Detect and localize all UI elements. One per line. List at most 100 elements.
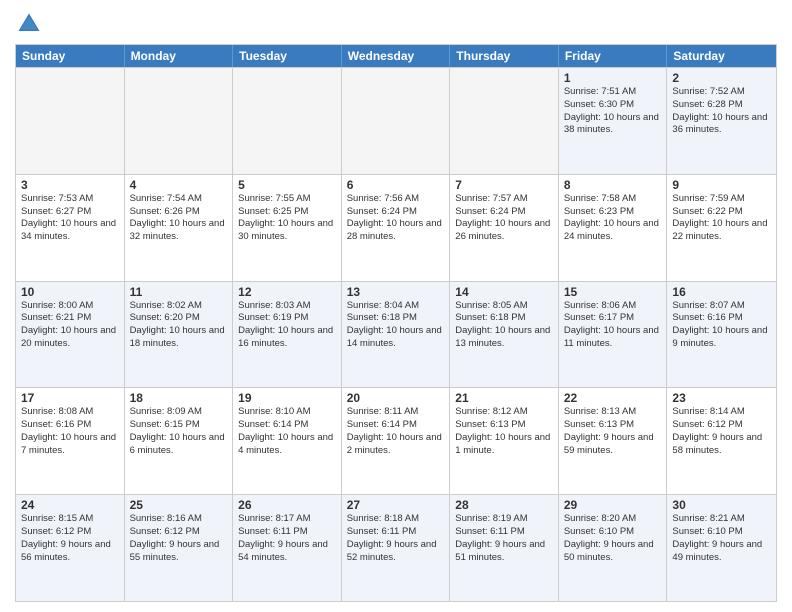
day-number: 20	[347, 391, 445, 405]
page: SundayMondayTuesdayWednesdayThursdayFrid…	[0, 0, 792, 612]
day-info: Sunrise: 8:20 AM Sunset: 6:10 PM Dayligh…	[564, 513, 662, 564]
calendar-cell: 24Sunrise: 8:15 AM Sunset: 6:12 PM Dayli…	[16, 495, 125, 601]
day-info: Sunrise: 7:51 AM Sunset: 6:30 PM Dayligh…	[564, 86, 662, 137]
day-info: Sunrise: 7:59 AM Sunset: 6:22 PM Dayligh…	[672, 193, 771, 244]
calendar-cell: 17Sunrise: 8:08 AM Sunset: 6:16 PM Dayli…	[16, 388, 125, 494]
calendar-cell: 2Sunrise: 7:52 AM Sunset: 6:28 PM Daylig…	[667, 68, 776, 174]
day-number: 2	[672, 71, 771, 85]
calendar-cell	[16, 68, 125, 174]
calendar-cell: 6Sunrise: 7:56 AM Sunset: 6:24 PM Daylig…	[342, 175, 451, 281]
calendar-header-cell: Friday	[559, 45, 668, 67]
day-number: 15	[564, 285, 662, 299]
day-number: 28	[455, 498, 553, 512]
calendar-cell: 15Sunrise: 8:06 AM Sunset: 6:17 PM Dayli…	[559, 282, 668, 388]
calendar-row: 10Sunrise: 8:00 AM Sunset: 6:21 PM Dayli…	[16, 281, 776, 388]
day-number: 8	[564, 178, 662, 192]
day-number: 19	[238, 391, 336, 405]
calendar-cell: 13Sunrise: 8:04 AM Sunset: 6:18 PM Dayli…	[342, 282, 451, 388]
calendar-cell: 4Sunrise: 7:54 AM Sunset: 6:26 PM Daylig…	[125, 175, 234, 281]
calendar-cell: 28Sunrise: 8:19 AM Sunset: 6:11 PM Dayli…	[450, 495, 559, 601]
day-info: Sunrise: 8:03 AM Sunset: 6:19 PM Dayligh…	[238, 300, 336, 351]
day-info: Sunrise: 8:10 AM Sunset: 6:14 PM Dayligh…	[238, 406, 336, 457]
calendar-header-cell: Tuesday	[233, 45, 342, 67]
day-number: 1	[564, 71, 662, 85]
day-info: Sunrise: 7:56 AM Sunset: 6:24 PM Dayligh…	[347, 193, 445, 244]
calendar-body: 1Sunrise: 7:51 AM Sunset: 6:30 PM Daylig…	[16, 67, 776, 601]
calendar-cell: 5Sunrise: 7:55 AM Sunset: 6:25 PM Daylig…	[233, 175, 342, 281]
logo-icon	[15, 10, 43, 38]
calendar-header-cell: Sunday	[16, 45, 125, 67]
calendar-cell: 9Sunrise: 7:59 AM Sunset: 6:22 PM Daylig…	[667, 175, 776, 281]
calendar: SundayMondayTuesdayWednesdayThursdayFrid…	[15, 44, 777, 602]
day-number: 4	[130, 178, 228, 192]
day-info: Sunrise: 8:04 AM Sunset: 6:18 PM Dayligh…	[347, 300, 445, 351]
day-number: 5	[238, 178, 336, 192]
calendar-row: 24Sunrise: 8:15 AM Sunset: 6:12 PM Dayli…	[16, 494, 776, 601]
calendar-cell: 21Sunrise: 8:12 AM Sunset: 6:13 PM Dayli…	[450, 388, 559, 494]
day-info: Sunrise: 7:53 AM Sunset: 6:27 PM Dayligh…	[21, 193, 119, 244]
day-info: Sunrise: 8:14 AM Sunset: 6:12 PM Dayligh…	[672, 406, 771, 457]
day-info: Sunrise: 8:13 AM Sunset: 6:13 PM Dayligh…	[564, 406, 662, 457]
calendar-row: 17Sunrise: 8:08 AM Sunset: 6:16 PM Dayli…	[16, 387, 776, 494]
day-number: 26	[238, 498, 336, 512]
day-number: 14	[455, 285, 553, 299]
day-info: Sunrise: 8:12 AM Sunset: 6:13 PM Dayligh…	[455, 406, 553, 457]
calendar-header: SundayMondayTuesdayWednesdayThursdayFrid…	[16, 45, 776, 67]
day-number: 22	[564, 391, 662, 405]
calendar-row: 3Sunrise: 7:53 AM Sunset: 6:27 PM Daylig…	[16, 174, 776, 281]
day-info: Sunrise: 7:58 AM Sunset: 6:23 PM Dayligh…	[564, 193, 662, 244]
calendar-cell: 8Sunrise: 7:58 AM Sunset: 6:23 PM Daylig…	[559, 175, 668, 281]
day-number: 12	[238, 285, 336, 299]
day-number: 27	[347, 498, 445, 512]
calendar-cell	[450, 68, 559, 174]
calendar-cell: 18Sunrise: 8:09 AM Sunset: 6:15 PM Dayli…	[125, 388, 234, 494]
day-number: 9	[672, 178, 771, 192]
day-info: Sunrise: 8:19 AM Sunset: 6:11 PM Dayligh…	[455, 513, 553, 564]
day-number: 25	[130, 498, 228, 512]
logo	[15, 10, 47, 38]
day-number: 6	[347, 178, 445, 192]
day-number: 11	[130, 285, 228, 299]
day-info: Sunrise: 8:21 AM Sunset: 6:10 PM Dayligh…	[672, 513, 771, 564]
day-number: 18	[130, 391, 228, 405]
day-info: Sunrise: 8:00 AM Sunset: 6:21 PM Dayligh…	[21, 300, 119, 351]
day-info: Sunrise: 7:52 AM Sunset: 6:28 PM Dayligh…	[672, 86, 771, 137]
day-info: Sunrise: 8:17 AM Sunset: 6:11 PM Dayligh…	[238, 513, 336, 564]
calendar-cell: 19Sunrise: 8:10 AM Sunset: 6:14 PM Dayli…	[233, 388, 342, 494]
day-number: 17	[21, 391, 119, 405]
day-number: 7	[455, 178, 553, 192]
header	[15, 10, 777, 38]
day-number: 23	[672, 391, 771, 405]
day-info: Sunrise: 8:18 AM Sunset: 6:11 PM Dayligh…	[347, 513, 445, 564]
day-info: Sunrise: 8:05 AM Sunset: 6:18 PM Dayligh…	[455, 300, 553, 351]
calendar-cell: 25Sunrise: 8:16 AM Sunset: 6:12 PM Dayli…	[125, 495, 234, 601]
day-info: Sunrise: 8:06 AM Sunset: 6:17 PM Dayligh…	[564, 300, 662, 351]
day-info: Sunrise: 8:07 AM Sunset: 6:16 PM Dayligh…	[672, 300, 771, 351]
calendar-cell: 10Sunrise: 8:00 AM Sunset: 6:21 PM Dayli…	[16, 282, 125, 388]
day-info: Sunrise: 8:15 AM Sunset: 6:12 PM Dayligh…	[21, 513, 119, 564]
day-number: 24	[21, 498, 119, 512]
calendar-header-cell: Monday	[125, 45, 234, 67]
day-number: 30	[672, 498, 771, 512]
calendar-header-cell: Saturday	[667, 45, 776, 67]
day-info: Sunrise: 8:02 AM Sunset: 6:20 PM Dayligh…	[130, 300, 228, 351]
calendar-cell	[233, 68, 342, 174]
calendar-cell: 26Sunrise: 8:17 AM Sunset: 6:11 PM Dayli…	[233, 495, 342, 601]
day-info: Sunrise: 8:16 AM Sunset: 6:12 PM Dayligh…	[130, 513, 228, 564]
calendar-cell: 30Sunrise: 8:21 AM Sunset: 6:10 PM Dayli…	[667, 495, 776, 601]
day-number: 21	[455, 391, 553, 405]
day-info: Sunrise: 7:57 AM Sunset: 6:24 PM Dayligh…	[455, 193, 553, 244]
calendar-cell: 7Sunrise: 7:57 AM Sunset: 6:24 PM Daylig…	[450, 175, 559, 281]
calendar-cell	[125, 68, 234, 174]
day-info: Sunrise: 7:55 AM Sunset: 6:25 PM Dayligh…	[238, 193, 336, 244]
calendar-cell: 29Sunrise: 8:20 AM Sunset: 6:10 PM Dayli…	[559, 495, 668, 601]
calendar-cell: 20Sunrise: 8:11 AM Sunset: 6:14 PM Dayli…	[342, 388, 451, 494]
day-number: 10	[21, 285, 119, 299]
day-info: Sunrise: 7:54 AM Sunset: 6:26 PM Dayligh…	[130, 193, 228, 244]
day-info: Sunrise: 8:11 AM Sunset: 6:14 PM Dayligh…	[347, 406, 445, 457]
calendar-cell: 11Sunrise: 8:02 AM Sunset: 6:20 PM Dayli…	[125, 282, 234, 388]
calendar-cell: 22Sunrise: 8:13 AM Sunset: 6:13 PM Dayli…	[559, 388, 668, 494]
day-number: 3	[21, 178, 119, 192]
day-info: Sunrise: 8:09 AM Sunset: 6:15 PM Dayligh…	[130, 406, 228, 457]
calendar-cell: 27Sunrise: 8:18 AM Sunset: 6:11 PM Dayli…	[342, 495, 451, 601]
